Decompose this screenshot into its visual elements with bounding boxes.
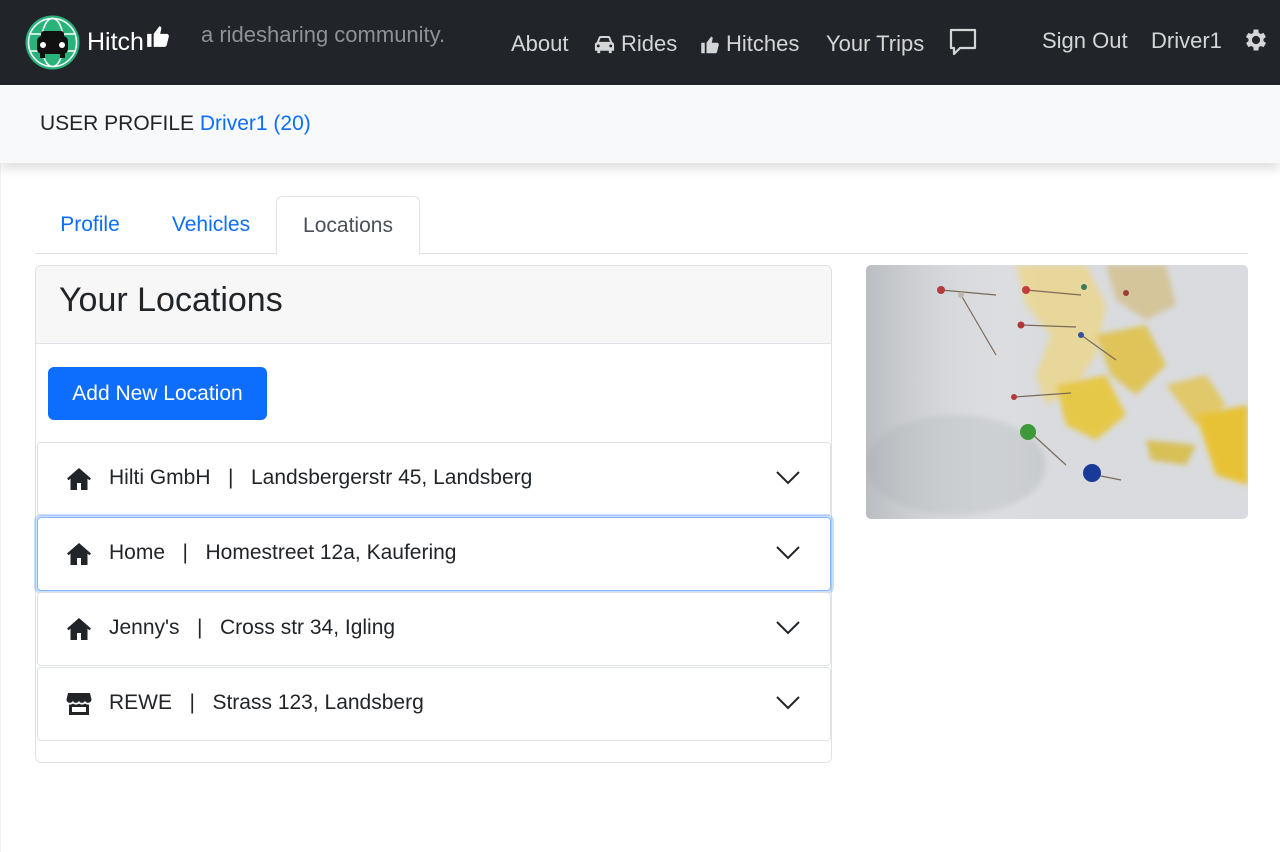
location-name: Hilti GmbH xyxy=(109,466,211,489)
user-menu-link[interactable]: Driver1 xyxy=(1151,25,1222,57)
location-name: Home xyxy=(109,541,166,564)
store-icon xyxy=(66,693,92,715)
home-icon xyxy=(67,468,91,490)
nav-rides[interactable]: Rides xyxy=(593,28,677,60)
profile-header: USER PROFILE Driver1 (20) xyxy=(0,85,1280,163)
nav-about-label: About xyxy=(511,31,569,56)
tab-profile[interactable]: Profile xyxy=(35,196,145,254)
nav-hitches-label: Hitches xyxy=(726,31,800,56)
location-address: Homestreet 12a, Kaufering xyxy=(205,541,457,564)
nav-your-trips-label: Your Trips xyxy=(826,31,925,56)
nav-chat[interactable] xyxy=(948,26,983,58)
nav-your-trips[interactable]: Your Trips xyxy=(826,28,924,60)
page-edge xyxy=(0,85,1,852)
sign-out-link[interactable]: Sign Out xyxy=(1042,25,1128,57)
logo-icon xyxy=(25,15,80,70)
chat-icon xyxy=(949,28,977,56)
chevron-down-icon[interactable] xyxy=(776,545,800,561)
chevron-down-icon[interactable] xyxy=(776,695,800,711)
location-label: REWE | Strass 123, Landsberg xyxy=(109,691,424,714)
nav-hitches[interactable]: Hitches xyxy=(699,28,799,60)
brand-link[interactable]: Hitch xyxy=(24,14,171,71)
sign-out-label: Sign Out xyxy=(1042,28,1128,53)
nav-about[interactable]: About xyxy=(511,28,569,60)
location-name: Jenny's xyxy=(109,616,180,639)
settings-button[interactable] xyxy=(1242,24,1275,56)
home-icon xyxy=(67,618,91,640)
tab-locations[interactable]: Locations xyxy=(276,196,420,255)
location-label: Jenny's | Cross str 34, Igling xyxy=(109,616,396,639)
home-icon xyxy=(67,543,91,565)
add-location-button[interactable]: Add New Location xyxy=(48,367,267,420)
location-address: Landsbergerstr 45, Landsberg xyxy=(250,466,533,489)
card-title: Your Locations xyxy=(59,281,283,319)
location-item[interactable]: REWE | Strass 123, Landsberg xyxy=(37,667,831,741)
map-photo xyxy=(866,265,1248,519)
location-item[interactable]: Home | Homestreet 12a, Kaufering xyxy=(37,517,831,591)
brand-name: Hitch xyxy=(87,28,144,56)
card-header: Your Locations xyxy=(36,266,831,344)
gear-icon xyxy=(1245,29,1267,51)
car-icon xyxy=(594,36,615,54)
thumbs-up-icon xyxy=(701,36,719,53)
locations-card: Your Locations Add New Location Hilti Gm… xyxy=(35,265,832,763)
tab-vehicles[interactable]: Vehicles xyxy=(145,196,277,254)
profile-tabs: Profile Vehicles Locations xyxy=(35,196,1248,255)
thumbs-up-icon xyxy=(147,25,169,47)
profile-username[interactable]: Driver1 (20) xyxy=(200,112,311,135)
location-name: REWE xyxy=(109,691,172,714)
location-label: Home | Homestreet 12a, Kaufering xyxy=(109,541,457,564)
nav-rides-label: Rides xyxy=(621,31,678,56)
map-image xyxy=(866,265,1248,519)
chevron-down-icon[interactable] xyxy=(776,620,800,636)
location-item[interactable]: Jenny's | Cross str 34, Igling xyxy=(37,592,831,666)
username-label: Driver1 xyxy=(1151,28,1222,53)
location-address: Cross str 34, Igling xyxy=(220,616,396,639)
page-title: USER PROFILE Driver1 (20) xyxy=(40,112,311,136)
chevron-down-icon[interactable] xyxy=(776,470,800,486)
location-address: Strass 123, Landsberg xyxy=(212,691,424,714)
location-label: Hilti GmbH | Landsbergerstr 45, Landsber… xyxy=(109,466,533,489)
top-navbar: Hitch a ridesharing community. About Rid… xyxy=(0,0,1280,85)
location-item[interactable]: Hilti GmbH | Landsbergerstr 45, Landsber… xyxy=(37,442,831,516)
profile-label: USER PROFILE xyxy=(40,112,195,135)
brand-tagline: a ridesharing community. xyxy=(201,22,446,47)
